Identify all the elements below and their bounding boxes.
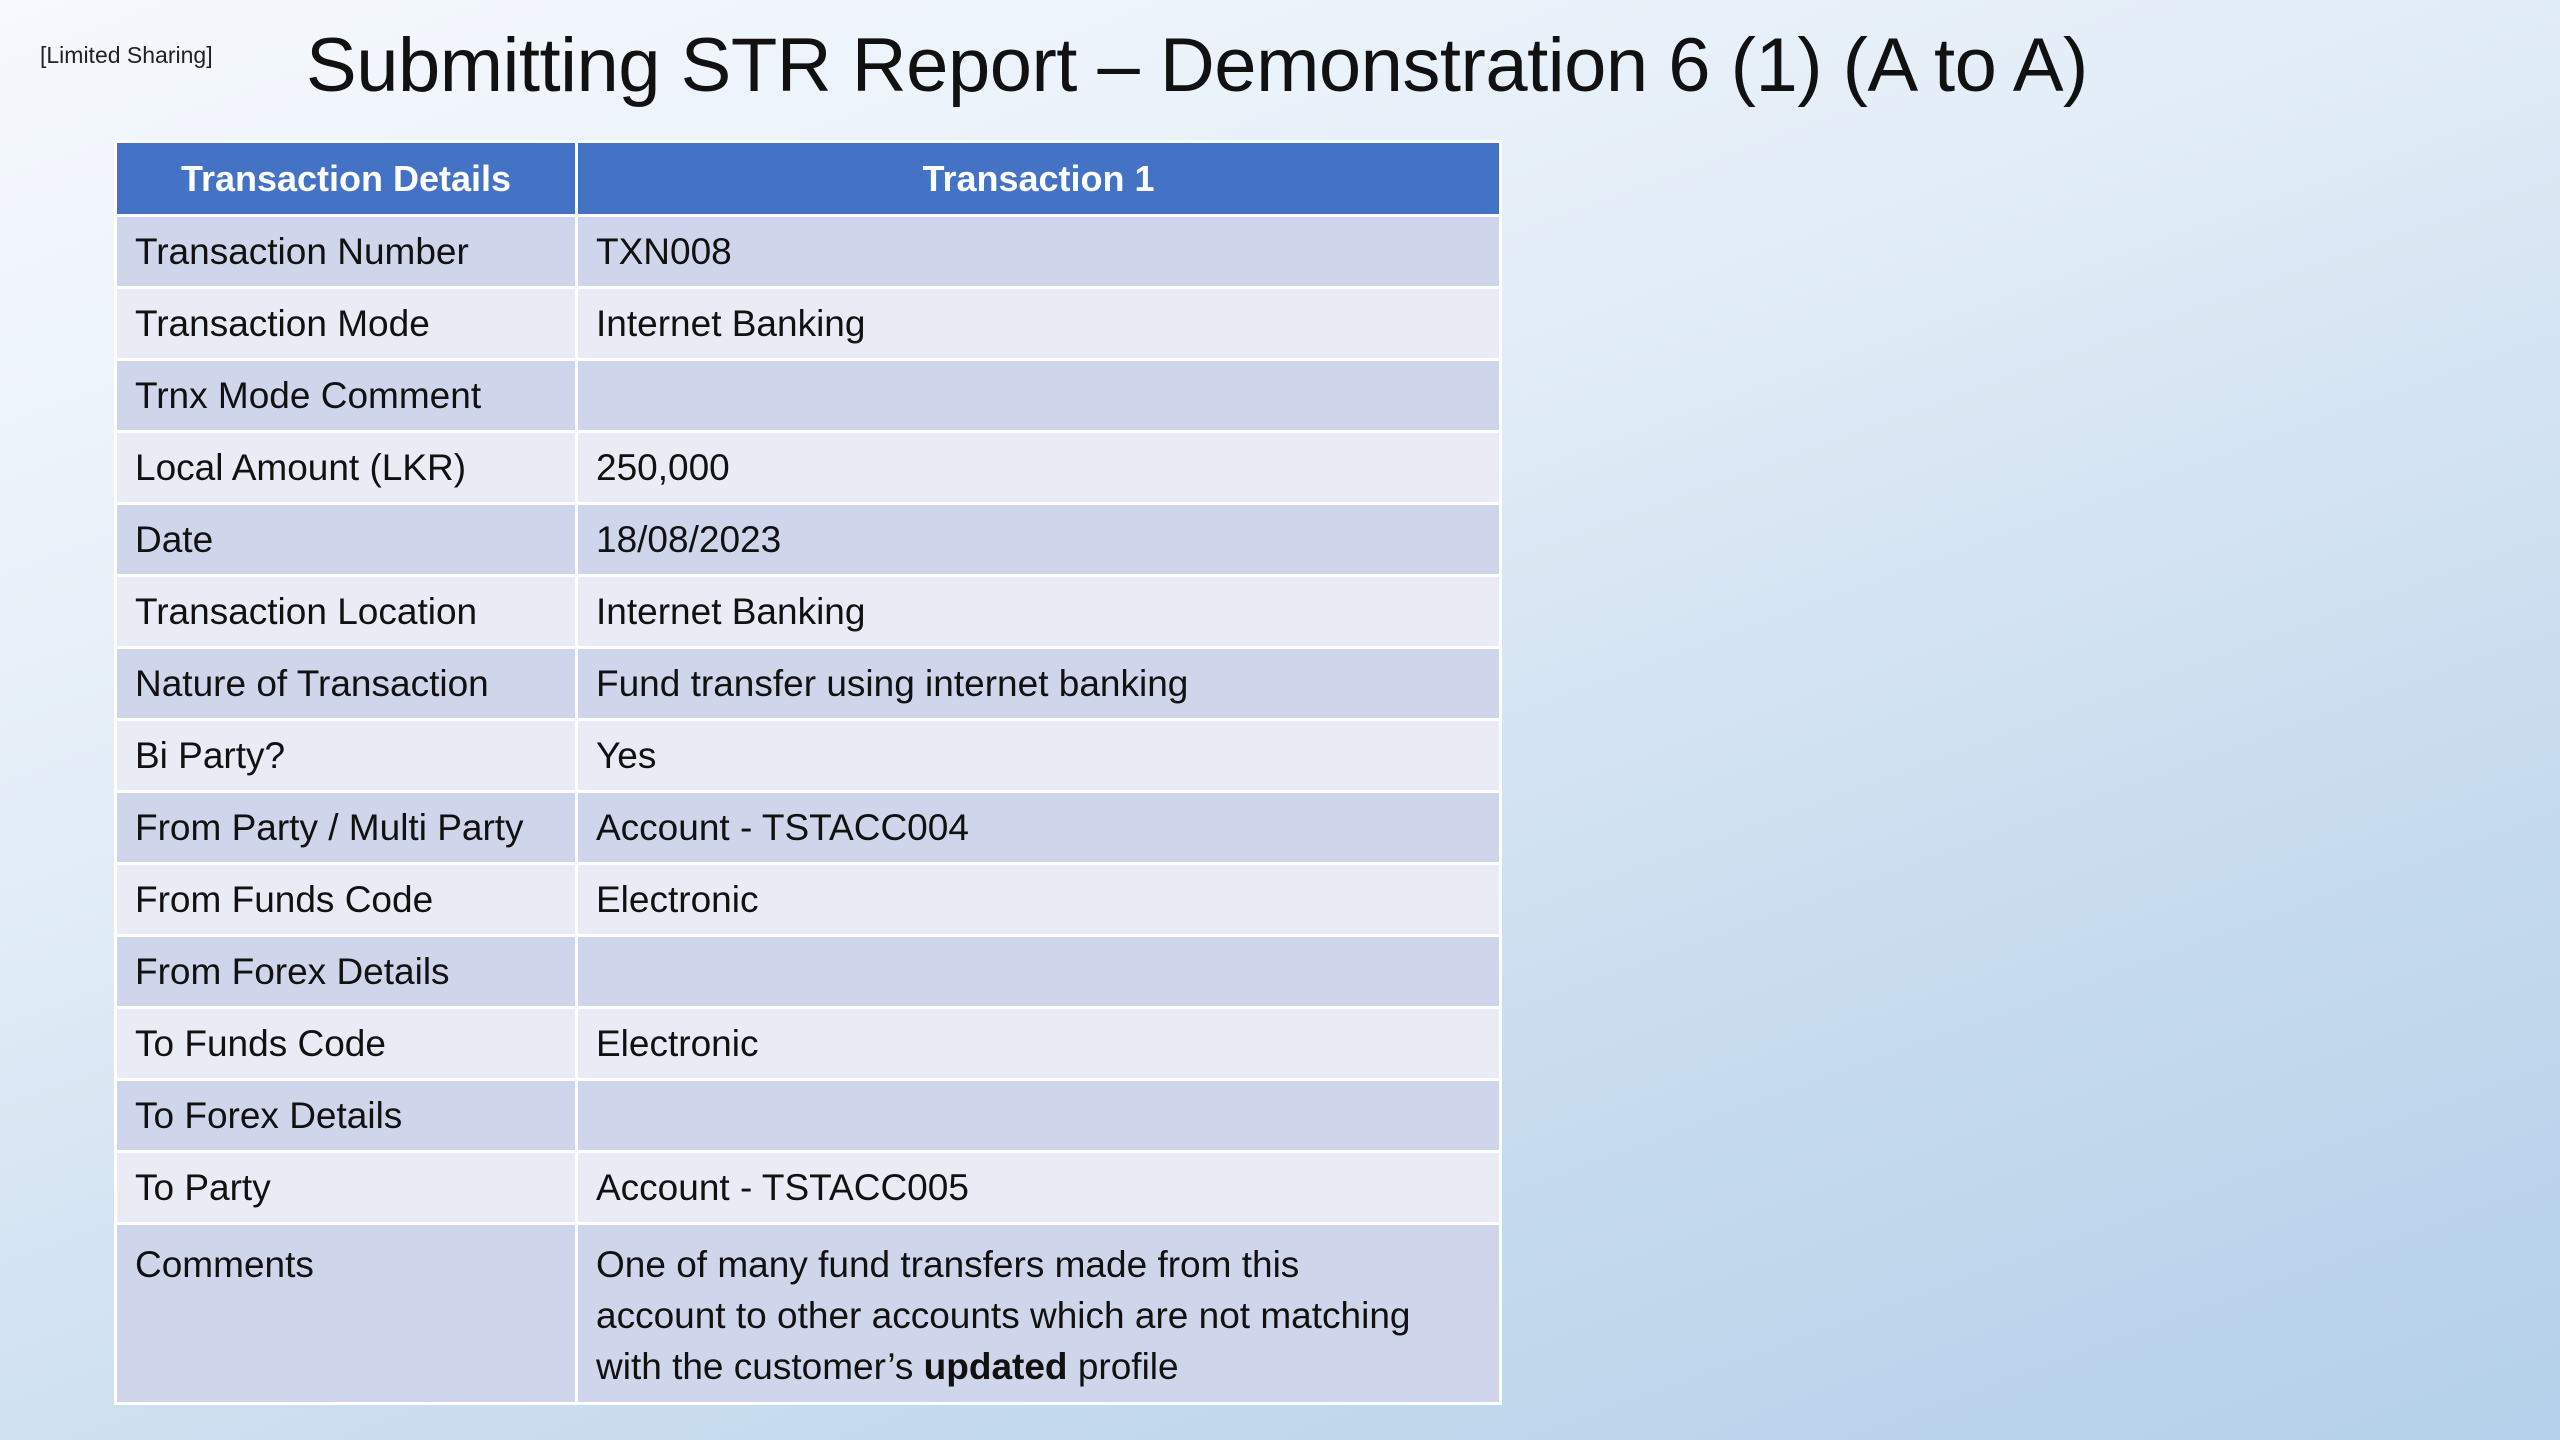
row-value: TXN008 xyxy=(575,214,1502,289)
row-label: Transaction Number xyxy=(114,214,578,289)
table-row: Transaction Location Internet Banking xyxy=(114,574,1502,649)
table-row: Nature of Transaction Fund transfer usin… xyxy=(114,646,1502,721)
comments-value: One of many fund transfers made from thi… xyxy=(575,1222,1502,1405)
header-transaction-details: Transaction Details xyxy=(114,140,578,217)
table-row: Local Amount (LKR) 250,000 xyxy=(114,430,1502,505)
row-value: Electronic xyxy=(575,1006,1502,1081)
row-label: Trnx Mode Comment xyxy=(114,358,578,433)
row-label: To Funds Code xyxy=(114,1006,578,1081)
table-header-row: Transaction Details Transaction 1 xyxy=(114,140,1502,217)
row-value: Internet Banking xyxy=(575,574,1502,649)
row-label: Transaction Mode xyxy=(114,286,578,361)
row-label: Date xyxy=(114,502,578,577)
row-label: Bi Party? xyxy=(114,718,578,793)
row-value xyxy=(575,934,1502,1009)
row-value: Fund transfer using internet banking xyxy=(575,646,1502,721)
header-transaction-1: Transaction 1 xyxy=(575,140,1502,217)
table-row: From Party / Multi Party Account - TSTAC… xyxy=(114,790,1502,865)
table-row: To Party Account - TSTACC005 xyxy=(114,1150,1502,1225)
row-value: Yes xyxy=(575,718,1502,793)
row-value: Electronic xyxy=(575,862,1502,937)
table-row: From Funds Code Electronic xyxy=(114,862,1502,937)
comments-line-1: One of many fund transfers made from thi… xyxy=(596,1244,1300,1285)
row-label: To Forex Details xyxy=(114,1078,578,1153)
table-row: Transaction Mode Internet Banking xyxy=(114,286,1502,361)
row-value: Account - TSTACC004 xyxy=(575,790,1502,865)
row-label: Nature of Transaction xyxy=(114,646,578,721)
table-row: From Forex Details xyxy=(114,934,1502,1009)
comments-bold-word: updated xyxy=(923,1346,1068,1387)
comments-line-3-end: profile xyxy=(1067,1346,1179,1387)
row-value: 250,000 xyxy=(575,430,1502,505)
comments-line-3: with the customer’s xyxy=(596,1346,924,1387)
row-value xyxy=(575,358,1502,433)
row-value: Account - TSTACC005 xyxy=(575,1150,1502,1225)
table-row: To Forex Details xyxy=(114,1078,1502,1153)
table-row: Date 18/08/2023 xyxy=(114,502,1502,577)
row-value: Internet Banking xyxy=(575,286,1502,361)
table-row: To Funds Code Electronic xyxy=(114,1006,1502,1081)
row-label: To Party xyxy=(114,1150,578,1225)
row-label: Transaction Location xyxy=(114,574,578,649)
row-label: Local Amount (LKR) xyxy=(114,430,578,505)
table-row: Transaction Number TXN008 xyxy=(114,214,1502,289)
row-value xyxy=(575,1078,1502,1153)
row-label: From Party / Multi Party xyxy=(114,790,578,865)
page-title: Submitting STR Report – Demonstration 6 … xyxy=(306,23,2088,108)
row-label: Comments xyxy=(114,1222,578,1405)
row-label: From Forex Details xyxy=(114,934,578,1009)
sharing-tag: [Limited Sharing] xyxy=(40,42,213,68)
table-row-comments: Comments One of many fund transfers made… xyxy=(114,1222,1502,1405)
row-value: 18/08/2023 xyxy=(575,502,1502,577)
transaction-details-table: Transaction Details Transaction 1 Transa… xyxy=(114,140,1502,1405)
table-row: Bi Party? Yes xyxy=(114,718,1502,793)
row-label: From Funds Code xyxy=(114,862,578,937)
comments-line-2: account to other accounts which are not … xyxy=(596,1295,1411,1336)
table-row: Trnx Mode Comment xyxy=(114,358,1502,433)
